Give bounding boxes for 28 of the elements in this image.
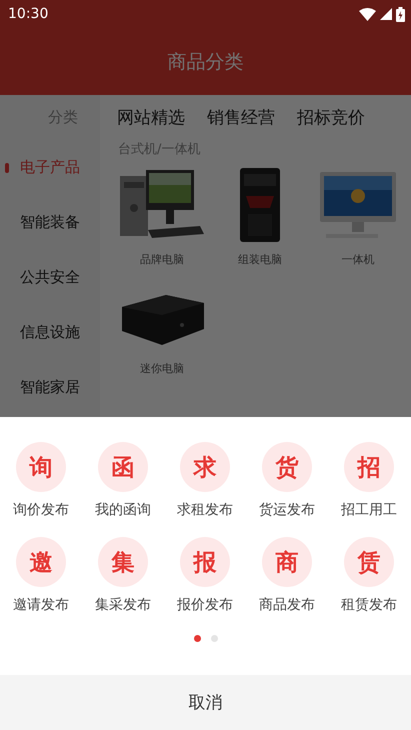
action-button[interactable]: 赁 租赁发布 bbox=[328, 537, 410, 614]
product-label[interactable]: 品牌电脑 bbox=[140, 252, 184, 267]
wifi-icon bbox=[359, 8, 376, 20]
status-time: 10:30 bbox=[8, 6, 48, 22]
tab[interactable]: 招标竞价 bbox=[297, 106, 365, 129]
action-button[interactable]: 函 我的函询 bbox=[82, 442, 164, 519]
cancel-button[interactable]: 取消 bbox=[0, 675, 411, 730]
action-button[interactable]: 询 询价发布 bbox=[0, 442, 82, 519]
tab[interactable]: 网站精选 bbox=[117, 106, 185, 129]
battery-icon bbox=[396, 6, 405, 22]
product-label[interactable]: 迷你电脑 bbox=[140, 361, 184, 376]
product-label[interactable]: 一体机 bbox=[342, 252, 374, 267]
category-item[interactable]: 公共安全 bbox=[0, 250, 100, 305]
signal-icon bbox=[380, 8, 392, 20]
category-item[interactable]: 信息设施 bbox=[0, 305, 100, 360]
tab[interactable]: 销售经营 bbox=[207, 106, 275, 129]
action-button[interactable]: 货 货运发布 bbox=[246, 442, 328, 519]
action-button[interactable]: 报 报价发布 bbox=[164, 537, 246, 614]
page-title: 商品分类 bbox=[168, 50, 244, 74]
category-item[interactable]: 智能家居 bbox=[0, 360, 100, 415]
action-button[interactable]: 求 求租发布 bbox=[164, 442, 246, 519]
action-button[interactable]: 邀 邀请发布 bbox=[0, 537, 82, 614]
action-button[interactable]: 招 招工用工 bbox=[328, 442, 410, 519]
action-button[interactable]: 集 集采发布 bbox=[82, 537, 164, 614]
category-item[interactable]: 电子产品 bbox=[0, 140, 100, 195]
product-label[interactable]: 组装电脑 bbox=[238, 252, 282, 267]
category-item[interactable]: 智能装备 bbox=[0, 195, 100, 250]
action-button[interactable]: 商 商品发布 bbox=[246, 537, 328, 614]
